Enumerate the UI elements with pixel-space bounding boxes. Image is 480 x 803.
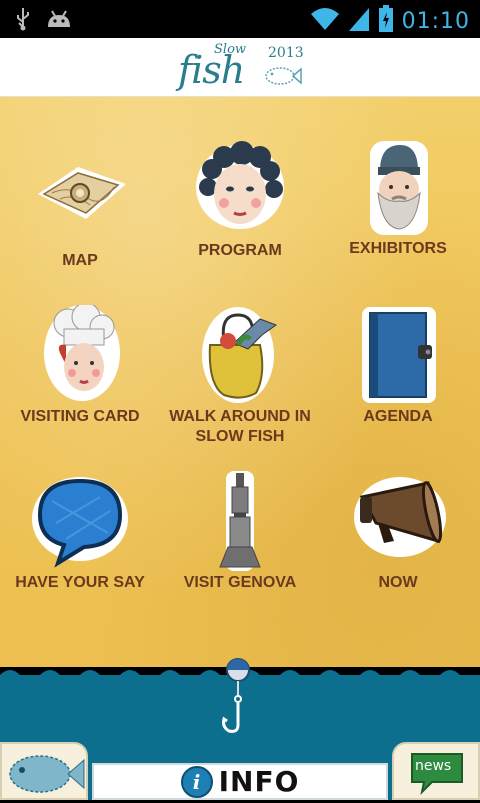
menu-item-label: PROGRAM (198, 242, 282, 259)
menu-item-visiting-card[interactable]: VISITING CARD (0, 305, 160, 427)
logo-word: fish (178, 48, 245, 92)
android-debug-icon (46, 9, 72, 34)
menu-item-program[interactable]: PROGRAM (160, 139, 320, 261)
menu-item-map[interactable]: MAP (0, 149, 160, 271)
info-icon: i (180, 765, 213, 798)
battery-icon (378, 5, 394, 38)
wifi-icon (310, 6, 340, 37)
clock: 01:10 (401, 9, 470, 34)
news-bubble-icon: news (408, 750, 466, 796)
lighthouse-icon (160, 471, 320, 571)
fisherman-icon (318, 137, 478, 237)
logo-year: 2013 (268, 45, 304, 61)
usb-icon (14, 7, 32, 36)
fishing-hook-icon[interactable] (207, 655, 269, 740)
menu-item-label: WALK AROUND IN SLOW FISH (169, 408, 311, 445)
menu-item-exhibitors[interactable]: EXHIBITORS (318, 137, 478, 259)
agenda-book-icon (318, 305, 478, 405)
woman-face-icon (160, 139, 320, 239)
menu-item-label: MAP (62, 252, 98, 269)
app-header: Slow fish 2013 (0, 38, 480, 98)
shopping-bag-icon (160, 305, 320, 405)
fish-icon (2, 755, 86, 802)
megaphone-icon (318, 471, 478, 571)
menu-item-label: HAVE YOUR SAY (15, 574, 145, 591)
map-icon (0, 149, 160, 249)
main-menu: MAP PROGRAM EXHIBITORS VISITING CARD WAL… (0, 97, 480, 667)
speech-bubble-icon (0, 471, 160, 571)
menu-item-label: AGENDA (363, 408, 433, 425)
logo-fish-icon (264, 66, 302, 91)
news-label: news (415, 758, 452, 774)
news-button[interactable]: news (392, 742, 480, 800)
menu-item-have-your-say[interactable]: HAVE YOUR SAY (0, 471, 160, 593)
slow-fish-logo: Slow fish 2013 (176, 42, 306, 94)
info-button[interactable]: i INFO (92, 763, 388, 800)
menu-item-visit-genova[interactable]: VISIT GENOVA (160, 471, 320, 593)
status-bar: 01:10 (0, 0, 480, 38)
chef-icon (0, 305, 160, 405)
menu-item-walk-around[interactable]: WALK AROUND IN SLOW FISH (160, 305, 320, 447)
menu-item-label: VISITING CARD (20, 408, 140, 425)
menu-item-now[interactable]: NOW (318, 471, 478, 593)
signal-icon (348, 6, 370, 37)
menu-item-label: VISIT GENOVA (183, 574, 297, 591)
menu-item-agenda[interactable]: AGENDA (318, 305, 478, 427)
info-label: INFO (218, 765, 300, 798)
slow-fish-home-button[interactable] (0, 742, 88, 800)
menu-item-label: EXHIBITORS (349, 240, 447, 257)
menu-item-label: NOW (378, 574, 418, 591)
